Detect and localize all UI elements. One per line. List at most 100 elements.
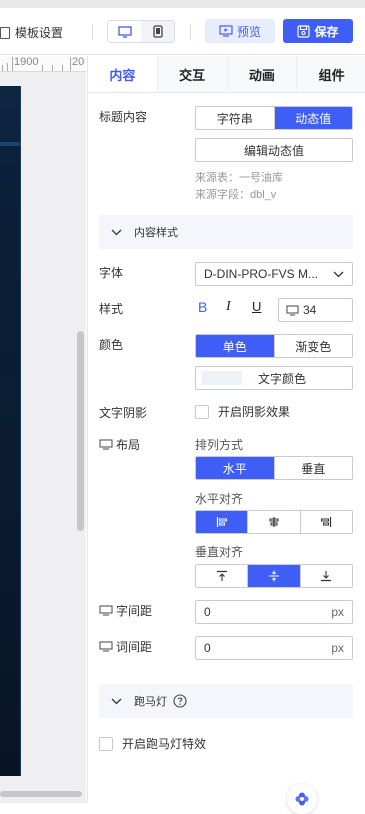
vertical-align-label: 垂直对齐 — [195, 545, 244, 559]
font-size-value: 34 — [303, 303, 317, 317]
monitor-icon — [99, 439, 113, 450]
color-mode-toggle: 单色 渐变色 — [195, 334, 353, 358]
align-left-icon — [216, 517, 227, 527]
template-icon — [0, 26, 12, 39]
font-label: 字体 — [99, 266, 124, 280]
marquee-checkbox-row[interactable]: 开启跑马灯特效 — [99, 735, 206, 752]
tab-component[interactable]: 组件 — [297, 56, 365, 92]
underline-button[interactable]: U — [252, 299, 261, 314]
text-shadow-label: 文字阴影 — [99, 406, 148, 420]
align-middle-button[interactable] — [248, 565, 301, 587]
char-spacing-label-row: 字间距 — [99, 602, 152, 619]
shadow-checkbox-label: 开启阴影效果 — [218, 405, 291, 419]
title-content-type-toggle: 字符串 动态值 — [195, 106, 353, 130]
word-spacing-value: 0 — [204, 641, 211, 655]
horizontal-align-label: 水平对齐 — [195, 492, 244, 506]
ruler-tick — [70, 57, 71, 71]
ruler-tick — [12, 57, 13, 71]
arrange-label: 排列方式 — [195, 438, 244, 452]
save-button[interactable]: 保存 — [283, 19, 353, 43]
monitor-icon — [99, 605, 113, 616]
text-color-label: 文字颜色 — [258, 371, 307, 386]
word-spacing-label: 词间距 — [116, 640, 153, 654]
horizontal-scrollbar[interactable] — [0, 791, 82, 797]
horizontal-align-toggle — [195, 510, 353, 534]
char-spacing-input[interactable]: 0 px — [195, 600, 353, 624]
align-bottom-icon — [321, 571, 332, 582]
word-spacing-label-row: 词间距 — [99, 638, 152, 655]
save-icon — [297, 24, 311, 38]
chevron-down-icon — [111, 698, 122, 705]
char-spacing-value: 0 — [204, 605, 211, 619]
font-select[interactable]: D-DIN-PRO-FVS M... — [195, 262, 353, 286]
option-solid-color[interactable]: 单色 — [196, 335, 275, 357]
preview-button[interactable]: 预览 — [205, 19, 275, 43]
flower-icon — [295, 792, 309, 806]
desktop-view-button[interactable] — [108, 21, 141, 42]
text-color-button[interactable]: 文字颜色 — [195, 366, 353, 390]
marquee-title: 跑马灯 — [134, 696, 167, 708]
color-label: 颜色 — [99, 338, 124, 352]
horizontal-ruler: 1900 20 — [0, 56, 86, 72]
source-field-text: 来源字段：dbl_v — [195, 189, 277, 201]
font-select-value: D-DIN-PRO-FVS M... — [204, 267, 318, 281]
divider — [190, 24, 191, 40]
align-right-button[interactable] — [300, 511, 352, 533]
align-bottom-button[interactable] — [300, 565, 352, 587]
preview-icon — [219, 25, 233, 37]
canvas-area[interactable]: 1900 20 — [0, 56, 86, 803]
window-top-strip — [0, 0, 365, 8]
mobile-view-button[interactable] — [141, 21, 174, 42]
option-gradient-color[interactable]: 渐变色 — [274, 335, 352, 357]
marquee-checkbox-label: 开启跑马灯特效 — [122, 737, 207, 751]
content-style-section-header[interactable]: 内容样式 — [99, 215, 353, 249]
font-size-input[interactable]: 34 — [278, 298, 353, 322]
shadow-checkbox-row[interactable]: 开启阴影效果 — [195, 403, 290, 420]
marquee-checkbox[interactable] — [99, 736, 113, 751]
title-content-label: 标题内容 — [99, 110, 148, 124]
shadow-checkbox[interactable] — [195, 404, 209, 419]
monitor-icon — [99, 641, 113, 652]
tab-animation[interactable]: 动画 — [227, 56, 298, 92]
option-dynamic[interactable]: 动态值 — [274, 107, 352, 129]
ruler-tick — [62, 65, 63, 71]
align-center-button[interactable] — [248, 511, 301, 533]
char-spacing-label: 字间距 — [116, 604, 153, 618]
chevron-down-icon — [111, 229, 122, 236]
option-vertical[interactable]: 垂直 — [274, 457, 352, 479]
align-center-icon — [269, 517, 279, 527]
assistant-fab[interactable] — [287, 784, 317, 814]
phone-icon — [152, 25, 163, 38]
align-left-button[interactable] — [196, 511, 249, 533]
monitor-icon — [117, 25, 132, 38]
align-top-icon — [216, 570, 227, 581]
device-toggle — [107, 20, 175, 43]
tab-content[interactable]: 内容 — [88, 56, 158, 92]
layout-label: 布局 — [116, 438, 141, 452]
word-spacing-unit: px — [331, 641, 344, 655]
ruler-label: 20 — [72, 56, 85, 68]
editor-header: 模板设置 预览 保存 — [0, 8, 365, 55]
style-label: 样式 — [99, 302, 124, 316]
ruler-tick — [42, 65, 43, 71]
template-settings-label: 模板设置 — [15, 25, 64, 40]
vertical-scrollbar[interactable] — [77, 331, 84, 531]
dashboard-canvas-preview[interactable] — [0, 86, 21, 776]
italic-button[interactable]: I — [226, 299, 231, 315]
color-swatch — [202, 371, 242, 385]
layout-label-row: 布局 — [99, 436, 140, 453]
align-top-button[interactable] — [196, 565, 249, 587]
option-horizontal[interactable]: 水平 — [196, 457, 275, 479]
word-spacing-input[interactable]: 0 px — [195, 636, 353, 660]
ruler-tick — [7, 63, 8, 71]
ruler-tick — [52, 65, 53, 71]
help-icon[interactable] — [173, 694, 187, 708]
edit-dynamic-button[interactable]: 编辑动态值 — [195, 138, 353, 162]
chevron-down-icon — [333, 271, 344, 277]
tab-interaction[interactable]: 交互 — [157, 56, 228, 92]
bold-button[interactable]: B — [198, 299, 207, 315]
option-string[interactable]: 字符串 — [196, 107, 275, 129]
template-settings-button[interactable]: 模板设置 — [0, 22, 63, 42]
marquee-section-header[interactable]: 跑马灯 — [99, 684, 353, 718]
source-table-text: 来源表：一号油库 — [195, 172, 283, 184]
